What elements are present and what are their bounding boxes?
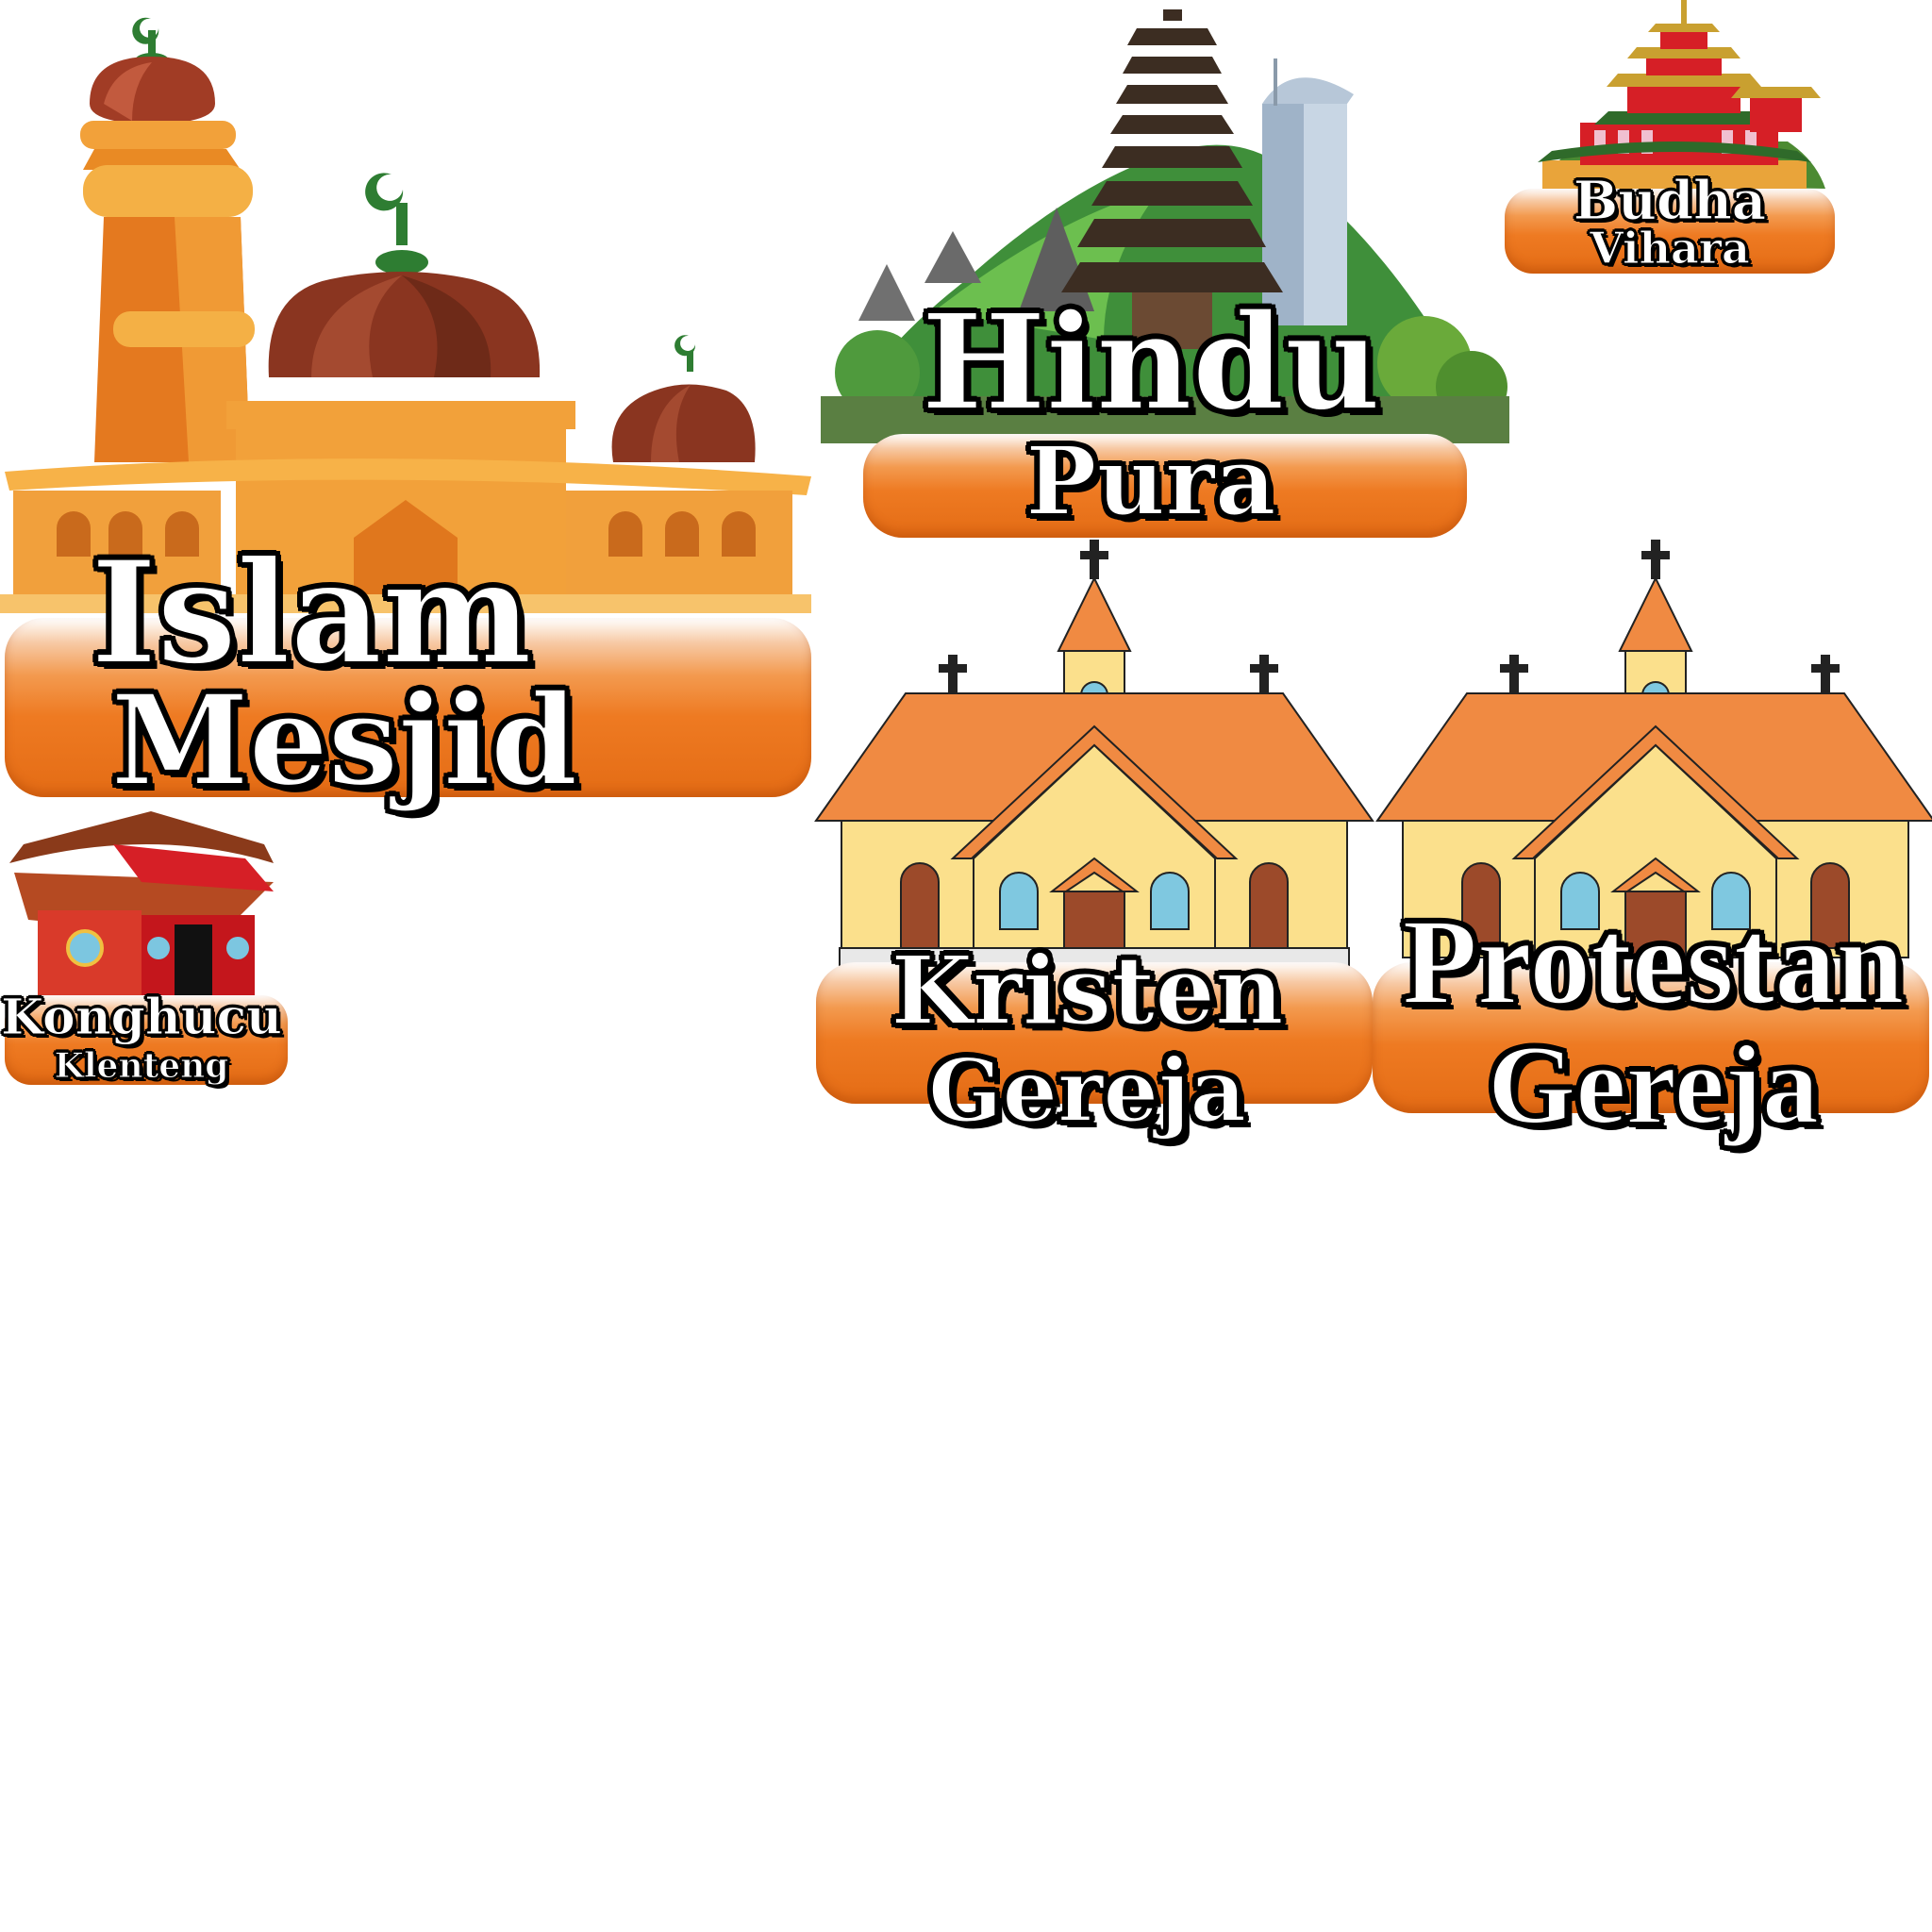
card-islam[interactable]: Islam Mesjid (0, 0, 811, 811)
religion-label: Islam (90, 530, 533, 696)
religion-label: Kristen (890, 935, 1284, 1046)
place-label: Pura (1024, 425, 1276, 537)
card-protestan[interactable]: Protestan Gereja (1373, 533, 1932, 1156)
religion-label: Konghucu (1, 989, 283, 1046)
card-hindu[interactable]: Hindu Pura (821, 0, 1509, 547)
religion-label: Protestan (1402, 894, 1906, 1030)
place-label: Vihara (1590, 223, 1751, 274)
religion-label: Budha (1573, 170, 1767, 232)
place-label: Gereja (1487, 1022, 1820, 1147)
card-konghucu[interactable]: Konghucu Klenteng (0, 807, 292, 1090)
religion-label: Hindu (921, 286, 1382, 441)
place-label: Klenteng (54, 1046, 229, 1086)
card-budha[interactable]: Budha Vihara (1505, 0, 1844, 283)
card-kristen[interactable]: Kristen Gereja (811, 533, 1377, 1146)
place-label: Mesjid (110, 668, 579, 814)
place-label: Gereja (927, 1040, 1247, 1141)
